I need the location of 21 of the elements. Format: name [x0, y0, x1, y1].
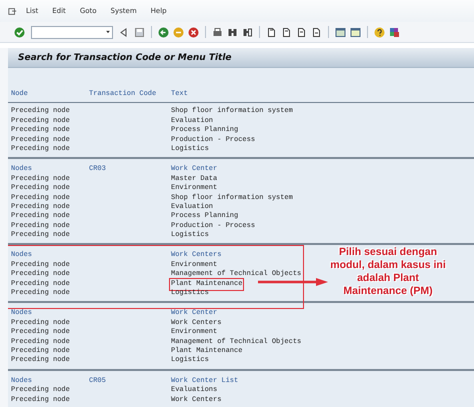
binoculars-icon[interactable]: [242, 26, 253, 38]
palette-icon[interactable]: [389, 26, 400, 38]
help-icon[interactable]: [374, 26, 385, 38]
page-icon[interactable]: [296, 26, 307, 38]
window-icon[interactable]: [350, 26, 361, 38]
page-icon[interactable]: [311, 26, 322, 38]
back-icon[interactable]: [158, 26, 169, 38]
save-icon[interactable]: [134, 26, 145, 38]
binoculars-icon[interactable]: [227, 26, 238, 38]
page-icon[interactable]: [266, 26, 277, 38]
check-icon[interactable]: [14, 26, 25, 38]
cancel-icon[interactable]: [188, 26, 199, 38]
window-title: Search for Transaction Code or Menu Title: [18, 52, 232, 62]
arrow: [258, 278, 328, 286]
callout-text: Pilih sesuai dengan modul, dalam kasus ini adalah Plant Maintenance (PM): [329, 246, 447, 298]
print-icon[interactable]: [212, 26, 223, 38]
dropdown-icon: [104, 28, 112, 36]
window-icon[interactable]: [335, 26, 346, 38]
page-icon[interactable]: [281, 26, 292, 38]
menu-icon[interactable]: [8, 6, 17, 16]
command-field[interactable]: [31, 26, 113, 38]
